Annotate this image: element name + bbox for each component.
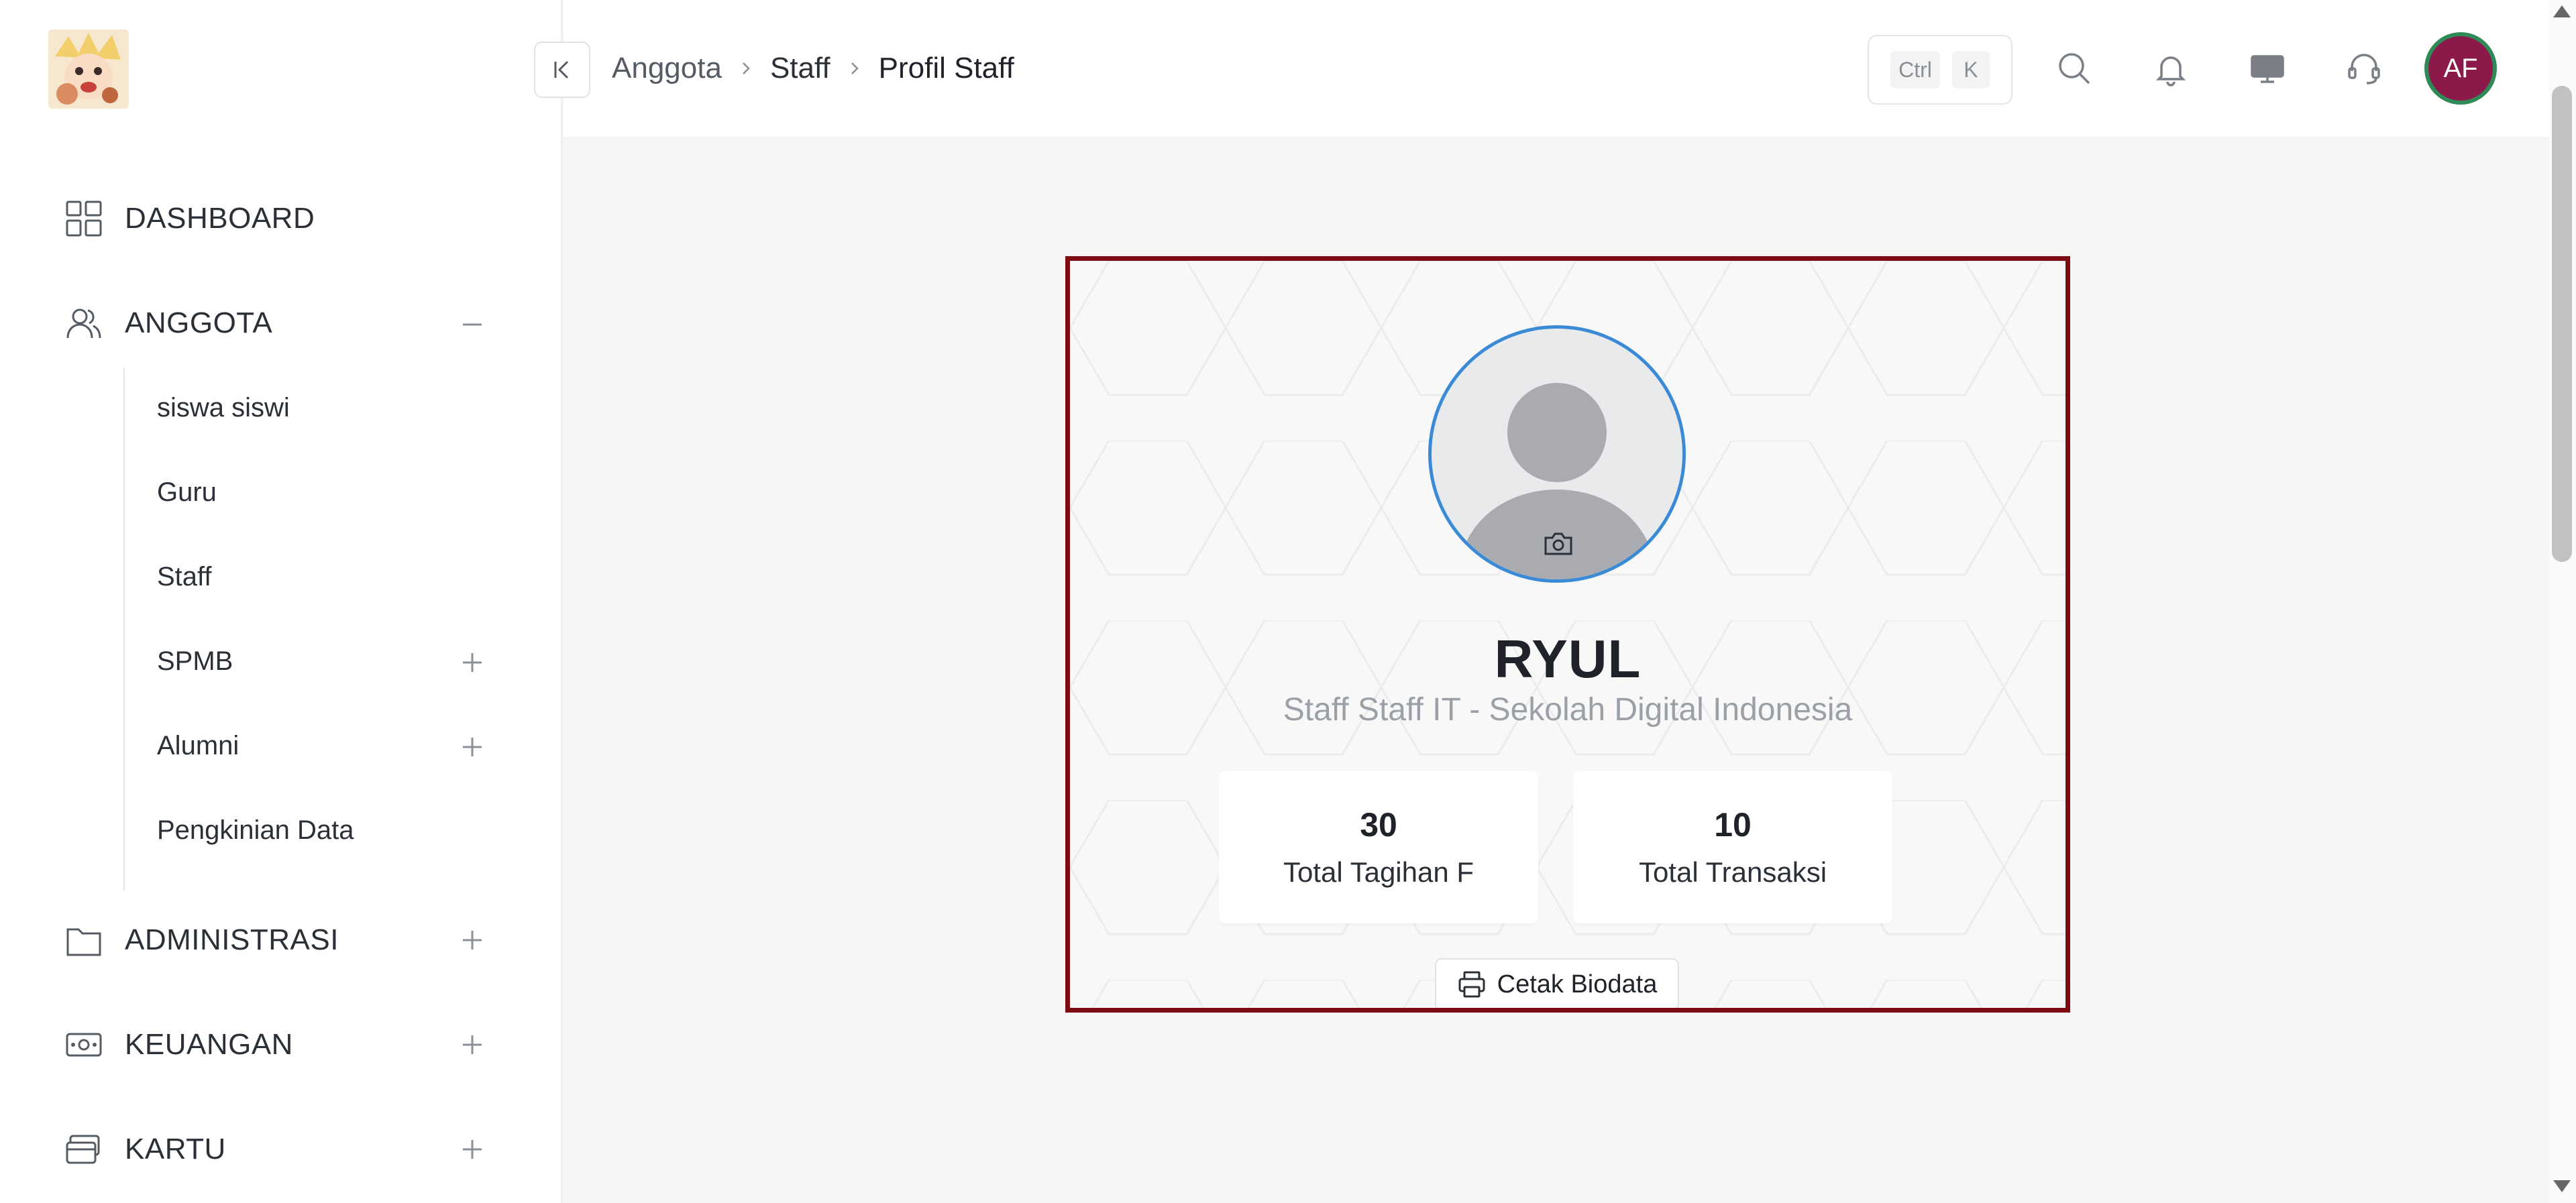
scroll-up-arrow-icon[interactable] <box>2553 5 2571 17</box>
nav-administrasi[interactable]: ADMINISTRASI <box>64 913 339 967</box>
bell-icon[interactable] <box>2148 46 2194 91</box>
plus-icon <box>463 1035 482 1054</box>
print-biodata-button[interactable]: Cetak Biodata <box>1435 958 1679 1008</box>
profile-subtitle: Staff Staff IT - Sekolah Digital Indones… <box>1283 692 1853 728</box>
plus-icon <box>463 931 482 950</box>
command-palette-shortcut[interactable]: Ctrl K <box>1868 35 2012 105</box>
kbd-k: K <box>1951 51 1990 89</box>
nav-label-anggota: ANGGOTA <box>125 306 273 339</box>
submenu-rail <box>123 367 125 891</box>
scroll-down-arrow-icon[interactable] <box>2553 1180 2571 1192</box>
plus-icon <box>463 653 482 672</box>
expand-administrasi-button[interactable] <box>459 927 486 954</box>
nav-keuangan[interactable]: KEUANGAN <box>64 1018 293 1072</box>
sidebar-item-spmb[interactable]: SPMB <box>157 641 233 681</box>
camera-icon[interactable] <box>1543 530 1574 557</box>
expand-kartu-button[interactable] <box>459 1136 486 1163</box>
app-logo[interactable] <box>48 30 129 109</box>
profile-name: RYUL <box>1494 629 1642 689</box>
nav-anggota[interactable]: ANGGOTA <box>64 296 272 350</box>
grid-icon <box>64 199 103 238</box>
card-icon <box>64 1130 103 1169</box>
nav-label-administrasi: ADMINISTRASI <box>125 923 339 956</box>
expand-spmb-button[interactable] <box>459 649 486 676</box>
expand-alumni-button[interactable] <box>459 734 486 760</box>
scrollbar-thumb[interactable] <box>2552 86 2572 562</box>
headset-icon[interactable] <box>2341 46 2387 91</box>
nav-label-dashboard: DASHBOARD <box>125 202 315 235</box>
staff-profile-card: RYUL Staff Staff IT - Sekolah Digital In… <box>1065 256 2070 1013</box>
stat-total-transaksi: 10 Total Transaksi <box>1573 770 1892 923</box>
breadcrumb: Anggota Staff Profil Staff <box>612 47 1014 90</box>
chevron-right-icon <box>841 55 868 82</box>
sidebar-item-guru[interactable]: Guru <box>157 472 217 512</box>
collapse-sidebar-button[interactable] <box>534 42 590 98</box>
breadcrumb-staff[interactable]: Staff <box>770 52 830 85</box>
sidebar-item-staff[interactable]: Staff <box>157 557 212 597</box>
stat-label: Total Transaksi <box>1638 856 1827 888</box>
nav-dashboard[interactable]: DASHBOARD <box>64 192 315 245</box>
users-icon <box>64 304 103 343</box>
stat-value: 30 <box>1360 806 1397 844</box>
stat-label: Total Tagihan F <box>1283 856 1474 888</box>
plus-icon <box>463 738 482 756</box>
collapse-left-icon <box>554 60 569 79</box>
breadcrumb-profil-staff: Profil Staff <box>878 52 1014 84</box>
search-icon[interactable] <box>2051 46 2097 91</box>
print-biodata-label: Cetak Biodata <box>1497 970 1658 998</box>
minus-icon <box>463 323 482 326</box>
sidebar-item-alumni[interactable]: Alumni <box>157 726 239 766</box>
collapse-anggota-button[interactable] <box>459 311 486 338</box>
stat-value: 10 <box>1714 806 1752 844</box>
stat-total-tagihan: 30 Total Tagihan F <box>1219 770 1538 923</box>
folder-icon <box>64 921 103 960</box>
nav-label-kartu: KARTU <box>125 1133 226 1165</box>
sidebar-item-pengkinian-data[interactable]: Pengkinian Data <box>157 810 354 850</box>
nav-label-keuangan: KEUANGAN <box>125 1028 293 1061</box>
profile-photo[interactable] <box>1428 325 1686 583</box>
nav-kartu[interactable]: KARTU <box>64 1123 226 1176</box>
printer-icon <box>1458 971 1485 998</box>
sidebar-item-siswa-siswi[interactable]: siswa siswi <box>157 388 290 428</box>
monitor-icon[interactable] <box>2245 46 2290 91</box>
user-avatar[interactable]: AF <box>2424 32 2497 105</box>
expand-keuangan-button[interactable] <box>459 1031 486 1058</box>
anime-avatar-logo-icon <box>48 30 129 109</box>
money-icon <box>64 1025 103 1064</box>
chevron-right-icon <box>733 55 759 82</box>
kbd-ctrl: Ctrl <box>1890 51 1940 89</box>
breadcrumb-anggota[interactable]: Anggota <box>612 52 722 85</box>
sidebar: DASHBOARD ANGGOTA siswa siswi Guru Staff… <box>0 0 562 1203</box>
plus-icon <box>463 1140 482 1159</box>
